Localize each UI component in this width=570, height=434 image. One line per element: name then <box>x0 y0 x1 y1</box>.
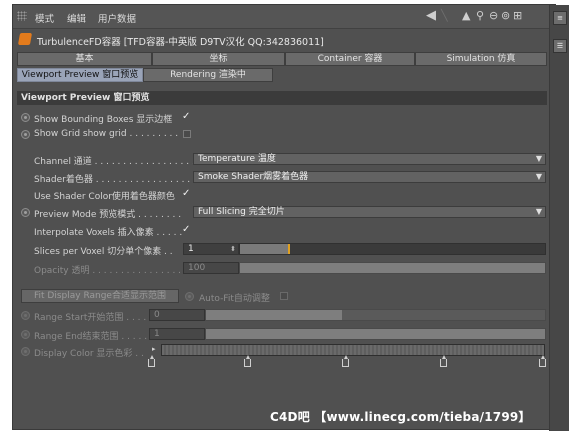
slider-fill <box>240 263 545 273</box>
menu-mode[interactable]: 模式 <box>35 11 54 25</box>
tab-simulation[interactable]: Simulation 仿真 <box>415 52 547 66</box>
keyframe-dot-icon[interactable] <box>21 113 30 122</box>
opacity-value: 100 <box>188 263 206 273</box>
menu-edit[interactable]: 编辑 <box>67 11 86 25</box>
opacity-slider[interactable] <box>239 262 546 274</box>
object-header: TurbulenceFD容器 [TFD容器-中英版 D9TV汉化 QQ:3428… <box>13 30 549 48</box>
slider-fill <box>240 244 289 254</box>
target-icon[interactable]: ⊚ <box>501 10 510 22</box>
pointer-icon[interactable]: ╲ <box>441 10 448 22</box>
gradient-knot-icon[interactable] <box>342 355 349 367</box>
bounding-boxes-label: Show Bounding Boxes 显示边框 <box>34 115 173 125</box>
new-panel-icon[interactable]: ⊞ <box>513 10 522 22</box>
tab-container[interactable]: Container 容器 <box>285 52 415 66</box>
slices-per-voxel-label: Slices per Voxel 切分单个像素 . . <box>34 247 173 257</box>
opacity-label: Opacity 透明 . . . . . . . . . . . . . . .… <box>34 266 187 276</box>
menu-user-data[interactable]: 用户数据 <box>98 11 136 25</box>
sidebar-layer-icon[interactable]: ☰ <box>553 39 567 53</box>
slices-per-voxel-value: 1 <box>188 244 194 254</box>
tab-coord[interactable]: 坐标 <box>152 52 285 66</box>
channel-value: Temperature 温度 <box>198 154 276 164</box>
use-shader-color-label: Use Shader Color使用着色器颜色 <box>34 192 175 202</box>
turbulence-object-icon <box>17 33 33 45</box>
search-icon[interactable]: ⚲ <box>476 10 484 22</box>
section-title: Viewport Preview 窗口预览 <box>17 91 547 105</box>
tab-basic[interactable]: 基本 <box>17 52 152 66</box>
display-color-gradient[interactable] <box>161 344 545 356</box>
gradient-knot-icon[interactable] <box>440 355 447 367</box>
use-shader-color-checkbox[interactable]: ✓ <box>182 189 192 199</box>
lock-icon[interactable]: ⊖ <box>489 10 498 22</box>
bounding-boxes-checkbox[interactable]: ✓ <box>182 112 192 122</box>
up-arrow-icon[interactable]: ▲ <box>462 10 470 22</box>
slices-per-voxel-input[interactable]: 1 ⬍ <box>183 243 239 255</box>
fit-display-range-button[interactable]: Fit Display Range合适显示范围 <box>21 289 179 303</box>
gradient-knot-icon[interactable] <box>148 355 155 367</box>
interpolate-voxels-checkbox[interactable]: ✓ <box>182 225 192 235</box>
channel-dropdown[interactable]: Temperature 温度 ▼ <box>193 153 546 165</box>
slices-per-voxel-slider[interactable] <box>239 243 546 255</box>
chevron-down-icon: ▼ <box>535 172 542 181</box>
range-end-input[interactable]: 1 <box>149 328 205 340</box>
range-start-label: Range Start开始范围 . . . . . <box>34 313 152 323</box>
gradient-expand-icon[interactable]: ▸ <box>152 345 156 353</box>
menubar: 模式 编辑 用户数据 ◀ ╲ ▲ ⚲ ⊖ ⊚ ⊞ <box>13 5 557 29</box>
keyframe-dot-icon[interactable] <box>21 208 30 217</box>
range-end-label: Range End结束范围 . . . . . . <box>34 332 153 342</box>
shader-label: Shader着色器 . . . . . . . . . . . . . . . … <box>34 175 191 185</box>
sidebar-tab-icon[interactable]: ≡ <box>553 11 567 25</box>
show-grid-checkbox[interactable] <box>183 130 191 138</box>
watermark-text: C4D吧 【www.linecg.com/tieba/1799】 <box>270 410 531 424</box>
keyframe-dot-icon[interactable] <box>21 330 30 339</box>
right-sidebar: ≡ ☰ <box>549 5 569 431</box>
chevron-down-icon: ▼ <box>535 207 542 216</box>
object-title: TurbulenceFD容器 [TFD容器-中英版 D9TV汉化 QQ:3428… <box>37 37 324 48</box>
chevron-down-icon: ▼ <box>535 154 542 163</box>
preview-mode-label: Preview Mode 预览模式 . . . . . . . . <box>34 210 182 220</box>
preview-mode-value: Full Slicing 完全切片 <box>198 207 285 217</box>
auto-fit-checkbox[interactable] <box>280 292 288 300</box>
attribute-manager: 模式 编辑 用户数据 ◀ ╲ ▲ ⚲ ⊖ ⊚ ⊞ ≡ ☰ TurbulenceF… <box>12 4 569 431</box>
gradient-knot-icon[interactable] <box>244 355 251 367</box>
display-color-label: Display Color 显示色彩 . . <box>34 349 144 359</box>
channel-label: Channel 通道 . . . . . . . . . . . . . . .… <box>34 157 195 167</box>
gradient-knot-icon[interactable] <box>539 355 546 367</box>
shader-dropdown[interactable]: Smoke Shader烟雾着色器 ▼ <box>193 171 546 183</box>
range-end-slider[interactable] <box>205 328 546 340</box>
tab-viewport-preview[interactable]: Viewport Preview 窗口预览 <box>17 68 143 82</box>
keyframe-dot-icon[interactable] <box>185 292 194 301</box>
keyframe-dot-icon[interactable] <box>21 347 30 356</box>
shader-value: Smoke Shader烟雾着色器 <box>198 172 309 182</box>
opacity-input[interactable]: 100 <box>183 262 239 274</box>
range-start-value: 0 <box>154 310 160 320</box>
slider-fill <box>206 310 342 320</box>
range-start-input[interactable]: 0 <box>149 309 205 321</box>
grip-icon[interactable] <box>17 11 27 21</box>
range-start-slider[interactable] <box>205 309 546 321</box>
arrow-left-icon[interactable]: ◀ <box>426 9 436 22</box>
interpolate-voxels-label: Interpolate Voxels 插入像素 . . . . . <box>34 228 183 238</box>
stepper-arrows-icon[interactable]: ⬍ <box>230 244 236 254</box>
tab-rendering[interactable]: Rendering 渲染中 <box>143 68 273 82</box>
auto-fit-label: Auto-Fit自动调整 <box>199 294 270 304</box>
preview-mode-dropdown[interactable]: Full Slicing 完全切片 ▼ <box>193 206 546 218</box>
slider-fill <box>206 329 545 339</box>
keyframe-dot-icon[interactable] <box>21 311 30 320</box>
keyframe-dot-icon[interactable] <box>21 130 30 139</box>
range-end-value: 1 <box>154 329 160 339</box>
slider-handle[interactable] <box>287 244 290 254</box>
show-grid-label: Show Grid show grid . . . . . . . . . <box>34 129 179 139</box>
